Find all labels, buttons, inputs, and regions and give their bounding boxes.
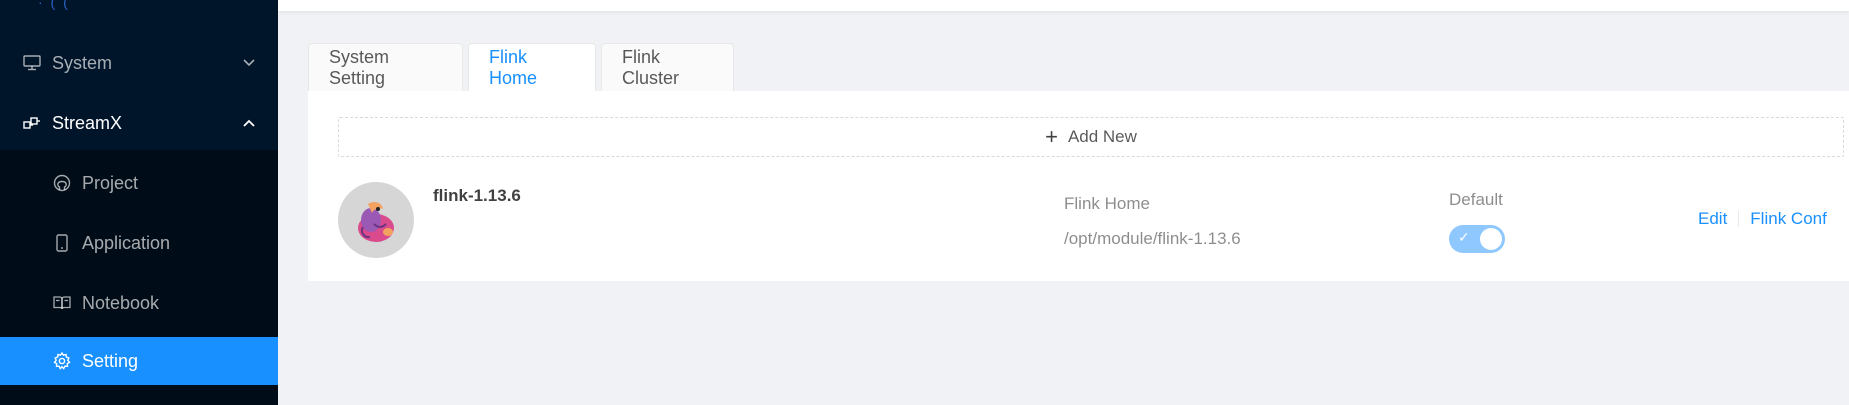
flink-logo-avatar [338, 182, 414, 258]
chevron-down-icon [242, 56, 256, 70]
setting-icon [52, 351, 72, 371]
logo[interactable]: · ( ( [0, 0, 278, 12]
sidebar-item-notebook[interactable]: Notebook [0, 273, 278, 333]
cluster-icon [22, 113, 42, 133]
add-new-button[interactable]: + Add New [338, 117, 1844, 157]
toggle-knob [1480, 228, 1502, 250]
sidebar-item-streamx[interactable]: StreamX [0, 93, 278, 153]
settings-tabs: System Setting Flink Home Flink Cluster [308, 43, 739, 92]
default-label: Default [1449, 190, 1503, 209]
top-header [278, 0, 1849, 11]
tab-flink-cluster[interactable]: Flink Cluster [601, 43, 734, 91]
check-icon: ✓ [1458, 229, 1470, 245]
sidebar-item-system[interactable]: System [0, 33, 278, 93]
tab-label: System Setting [329, 46, 390, 88]
sidebar-item-label: Notebook [82, 292, 160, 313]
item-actions: Edit Flink Conf [1698, 209, 1827, 229]
action-divider [1738, 211, 1740, 227]
flink-conf-link[interactable]: Flink Conf [1750, 209, 1827, 229]
sidebar: · ( ( System StreamX Project Application… [0, 0, 278, 405]
logo-text: · ( ( [38, 0, 70, 10]
tab-flink-home[interactable]: Flink Home [468, 43, 596, 92]
mobile-icon [52, 233, 72, 253]
tab-system-setting[interactable]: System Setting [308, 43, 463, 91]
sidebar-item-label: Setting [82, 350, 139, 371]
sidebar-item-project[interactable]: Project [0, 153, 278, 213]
flink-name: flink-1.13.6 [433, 186, 521, 205]
tab-label: Flink Cluster [622, 46, 680, 88]
chevron-up-icon [242, 116, 256, 130]
add-new-label: Add New [1067, 127, 1137, 146]
sidebar-item-label: System [52, 52, 113, 73]
default-toggle[interactable]: ✓ [1449, 225, 1505, 253]
desktop-icon [22, 53, 42, 73]
flink-home-label: Flink Home [1064, 194, 1150, 213]
plus-icon: + [1045, 124, 1058, 149]
sidebar-item-application[interactable]: Application [0, 213, 278, 273]
sidebar-item-label: Application [82, 232, 171, 253]
sidebar-item-label: StreamX [52, 112, 123, 133]
sidebar-item-setting[interactable]: Setting [0, 337, 278, 385]
read-icon [52, 293, 72, 313]
flink-home-panel: + Add New flink-1.13.6 Flink Home /opt/m… [308, 91, 1849, 281]
sidebar-item-label: Project [82, 172, 139, 193]
flink-home-path: /opt/module/flink-1.13.6 [1064, 229, 1241, 248]
edit-link[interactable]: Edit [1698, 209, 1727, 229]
github-icon [52, 173, 72, 193]
tab-label: Flink Home [489, 47, 538, 88]
